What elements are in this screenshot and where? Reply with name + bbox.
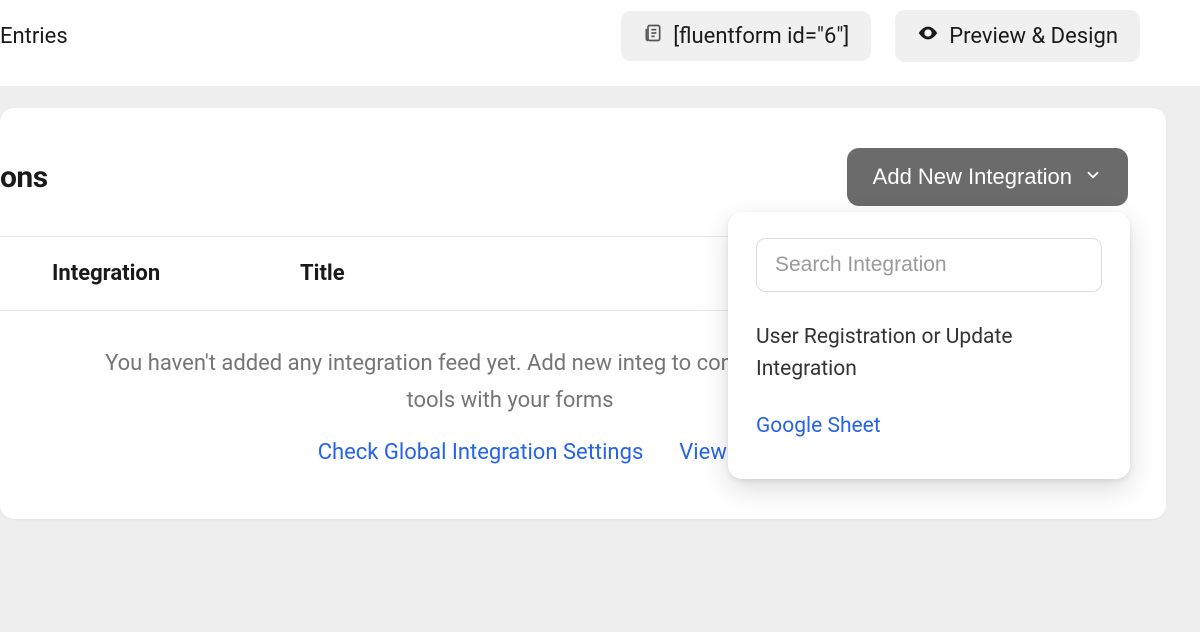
integrations-card: ons Add New Integration Integration Titl… <box>0 108 1166 519</box>
top-toolbar: Entries [fluentform id="6"] <box>0 0 1200 86</box>
column-header-integration: Integration <box>0 261 300 286</box>
chevron-down-icon <box>1084 164 1102 190</box>
column-header-title: Title <box>300 261 345 286</box>
search-integration-input[interactable] <box>756 238 1102 292</box>
shortcode-text: [fluentform id="6"] <box>673 24 849 49</box>
shortcode-pill[interactable]: [fluentform id="6"] <box>621 11 871 61</box>
integration-option-google-sheet[interactable]: Google Sheet <box>756 403 1102 451</box>
form-icon <box>643 23 663 49</box>
card-header: ons Add New Integration <box>0 148 1128 206</box>
eye-icon <box>917 22 939 50</box>
add-integration-dropdown: User Registration or Update Integration … <box>728 212 1130 479</box>
preview-design-button[interactable]: Preview & Design <box>895 10 1140 62</box>
tab-entries[interactable]: Entries <box>0 24 68 49</box>
topbar-right-group: [fluentform id="6"] Preview & Design <box>621 10 1140 62</box>
global-integration-settings-link[interactable]: Check Global Integration Settings <box>318 440 644 465</box>
preview-design-label: Preview & Design <box>949 24 1118 49</box>
main-area: ons Add New Integration Integration Titl… <box>0 86 1200 632</box>
integration-option-user-registration[interactable]: User Registration or Update Integration <box>756 314 1102 393</box>
add-integration-label: Add New Integration <box>873 164 1072 190</box>
add-new-integration-button[interactable]: Add New Integration <box>847 148 1128 206</box>
card-title: ons <box>0 160 48 195</box>
